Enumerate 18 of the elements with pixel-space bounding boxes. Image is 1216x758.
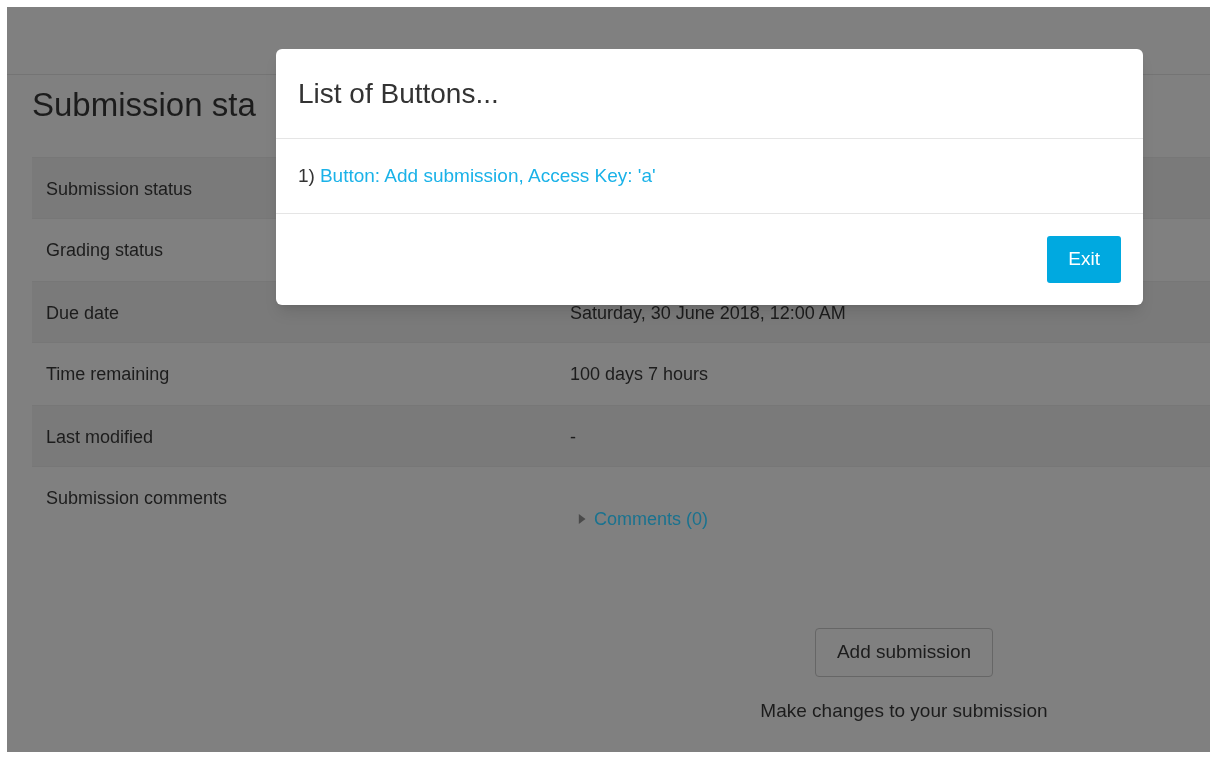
comments-link[interactable]: Comments (0) bbox=[578, 508, 709, 530]
caption: Make changes to your submission bbox=[760, 699, 1048, 723]
row-label: Last modified bbox=[46, 427, 154, 447]
row-value: 100 days 7 hours bbox=[570, 364, 709, 384]
row-label: Due date bbox=[46, 303, 120, 323]
row-value: Saturday, 30 June 2018, 12:00 AM bbox=[570, 303, 846, 323]
page-title: Submission sta bbox=[32, 85, 256, 125]
triangle-icon bbox=[578, 513, 588, 525]
exit-button[interactable]: Exit bbox=[1047, 236, 1121, 283]
row-label: Time remaining bbox=[46, 364, 170, 384]
row-label: Submission status bbox=[46, 179, 193, 199]
row-value: - bbox=[570, 427, 576, 447]
add-submission-button[interactable]: Add submission bbox=[814, 628, 994, 677]
button-link[interactable]: Button: Add submission, Access Key: 'a' bbox=[319, 161, 656, 191]
row-label: Grading status bbox=[46, 240, 164, 260]
row-label: Submission comments bbox=[46, 488, 228, 508]
list-number: 1) bbox=[298, 163, 315, 188]
dialog-title: List of Buttons... bbox=[298, 76, 499, 111]
